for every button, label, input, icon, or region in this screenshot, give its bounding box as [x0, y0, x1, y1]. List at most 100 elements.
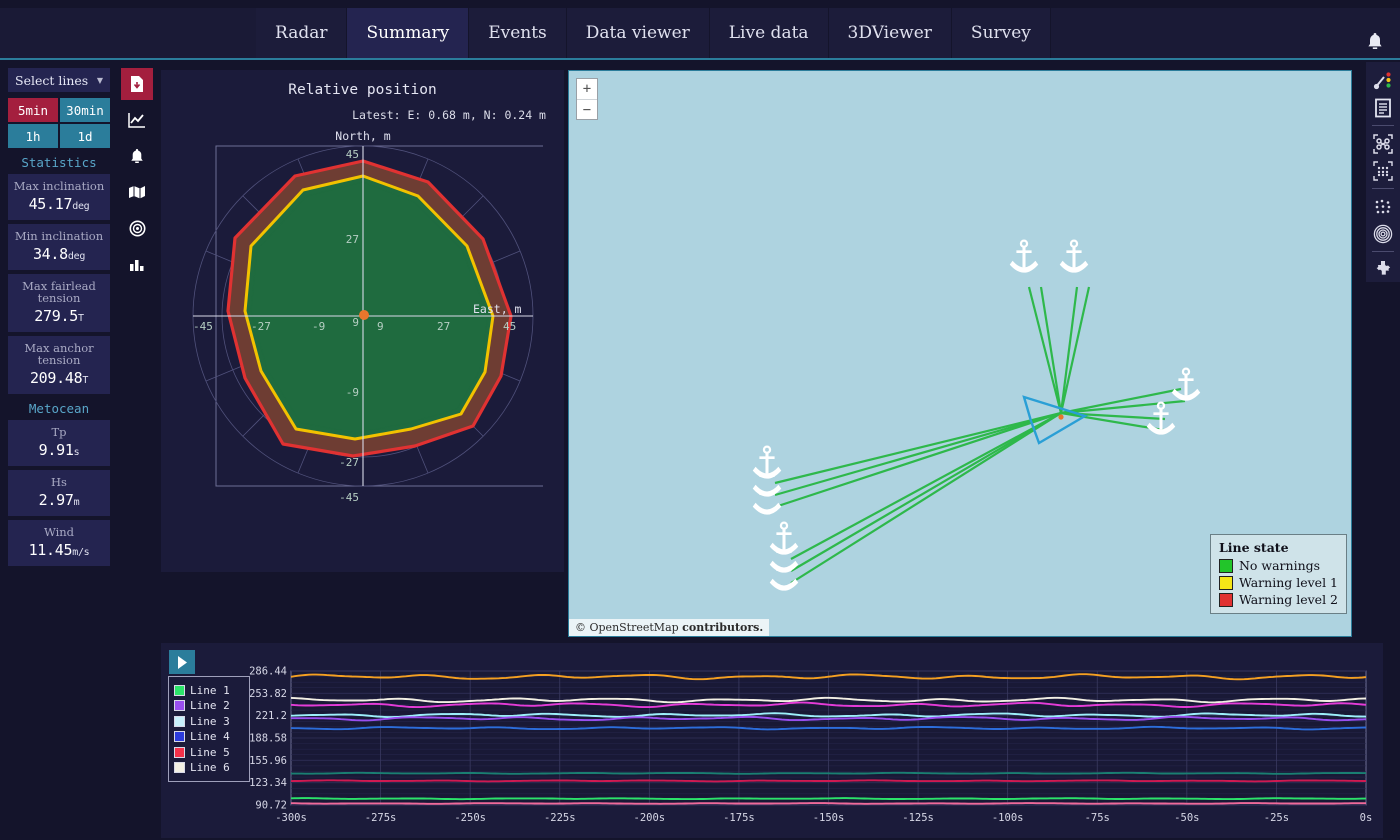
bell-icon[interactable]	[121, 140, 153, 172]
legend-item-line-3[interactable]: Line 3	[174, 715, 244, 728]
metocean-value: 9.91s	[12, 441, 106, 459]
traffic-light-icon[interactable]	[1368, 68, 1398, 93]
zoom-in-button[interactable]: +	[577, 79, 597, 99]
statistics-heading: Statistics	[8, 155, 110, 170]
expand-nodes-icon[interactable]	[1368, 131, 1398, 156]
legend-swatch	[174, 685, 185, 696]
legend-item-warning-1: Warning level 1	[1219, 575, 1338, 590]
scatter-points-icon[interactable]	[1368, 194, 1398, 219]
polar-ytick-neg27: -27	[339, 456, 359, 469]
x-tick-label: -275s	[365, 812, 397, 824]
polar-ytick-neg9: -9	[345, 386, 358, 399]
timerange-5min[interactable]: 5min	[8, 98, 58, 122]
y-tick-label: 155.96	[249, 755, 287, 767]
line-chart-icon[interactable]	[121, 104, 153, 136]
legend-item-line-5[interactable]: Line 5	[174, 746, 244, 759]
legend-item-line-4[interactable]: Line 4	[174, 730, 244, 743]
bar-chart-icon[interactable]	[121, 248, 153, 280]
timerange-1d[interactable]: 1d	[60, 124, 110, 148]
relative-position-polar-chart[interactable]: 45 27 9 -9 -27 -45 -45 -27 -9 9 27 45 No…	[183, 126, 543, 506]
target-icon[interactable]	[121, 212, 153, 244]
legend-item-line-1[interactable]: Line 1	[174, 684, 244, 697]
legend-item-line-2[interactable]: Line 2	[174, 699, 244, 712]
y-tick-label: 188.58	[249, 733, 287, 745]
sidebar-icon-rail	[120, 68, 154, 280]
metocean-number: 2.97	[39, 491, 74, 509]
polar-xtick-9: 9	[377, 320, 384, 333]
stat-number: 34.8	[33, 245, 68, 263]
stat-label: Min inclination	[12, 230, 106, 242]
x-tick-label: -150s	[813, 812, 845, 824]
legend-title: Line state	[1219, 540, 1338, 555]
y-tick-label: 123.34	[249, 777, 287, 789]
legend-label: Line 5	[190, 746, 230, 759]
legend-label: Warning level 2	[1239, 592, 1338, 607]
series-line	[291, 773, 1366, 774]
polar-east-axis-label: East, m	[473, 302, 522, 316]
select-area-icon[interactable]	[1368, 158, 1398, 183]
rail-divider	[1372, 188, 1394, 189]
x-tick-label: -225s	[544, 812, 576, 824]
tab-radar[interactable]: Radar	[256, 8, 347, 58]
tab-events[interactable]: Events	[469, 8, 567, 58]
tab-3dviewer[interactable]: 3DViewer	[829, 8, 952, 58]
stat-max-inclination: Max inclination 45.17deg	[8, 174, 110, 220]
plugin-icon[interactable]	[1368, 257, 1398, 282]
zoom-out-button[interactable]: −	[577, 99, 597, 119]
x-tick-label: -125s	[902, 812, 934, 824]
metocean-heading: Metocean	[8, 401, 110, 416]
stat-number: 209.48	[30, 369, 82, 387]
polar-north-axis-label: North, m	[335, 129, 390, 143]
polar-ytick-45: 45	[345, 148, 358, 161]
timerange-30min[interactable]: 30min	[60, 98, 110, 122]
timerange-button-group: 5min 30min 1h 1d	[8, 98, 110, 148]
legend-label: Line 2	[190, 699, 230, 712]
chevron-down-icon: ▼	[97, 76, 103, 85]
y-tick-label: 253.82	[249, 688, 287, 700]
polar-xtick-45: 45	[503, 320, 516, 333]
polar-xtick-neg27: -27	[251, 320, 271, 333]
polar-ytick-neg45: -45	[339, 491, 359, 504]
x-tick-label: -100s	[992, 812, 1024, 824]
tab-survey[interactable]: Survey	[952, 8, 1051, 58]
y-tick-label: 286.44	[249, 666, 287, 678]
select-lines-dropdown[interactable]: Select lines ▼	[8, 68, 110, 92]
timerange-1h[interactable]: 1h	[8, 124, 58, 148]
rail-divider	[1372, 125, 1394, 126]
polar-xtick-neg45: -45	[193, 320, 213, 333]
target-rings-icon[interactable]	[1368, 221, 1398, 246]
metocean-label: Tp	[12, 426, 106, 438]
tension-timeseries-chart[interactable]: 90.72123.34155.96188.58221.2253.82286.44…	[161, 643, 1383, 838]
polar-latest-readout: Latest: E: 0.68 m, N: 0.24 m	[161, 98, 564, 122]
metocean-label: Wind	[12, 526, 106, 538]
map-attribution: © OpenStreetMap contributors.	[569, 619, 769, 636]
legend-swatch	[174, 731, 185, 742]
legend-item-warning-2: Warning level 2	[1219, 592, 1338, 607]
map-zoom-controls: + −	[576, 78, 598, 120]
stat-max-fairlead-tension: Max fairlead tension 279.5T	[8, 274, 110, 332]
top-navigation-bar: Radar Summary Events Data viewer Live da…	[0, 0, 1400, 60]
stat-number: 279.5	[34, 307, 78, 325]
tab-data-viewer[interactable]: Data viewer	[567, 8, 710, 58]
map-icon[interactable]	[121, 176, 153, 208]
stat-unit: deg	[72, 201, 89, 212]
legend-swatch-yellow	[1219, 576, 1233, 590]
line-state-legend: Line state No warnings Warning level 1 W…	[1210, 534, 1347, 614]
document-download-icon[interactable]	[121, 68, 153, 100]
polar-ytick-9: 9	[352, 316, 359, 329]
x-tick-label: -25s	[1264, 812, 1289, 824]
legend-item-line-6[interactable]: Line 6	[174, 761, 244, 774]
rail-divider	[1372, 251, 1394, 252]
metocean-value: 2.97m	[12, 491, 106, 509]
bell-icon[interactable]	[1366, 32, 1384, 52]
x-tick-label: -175s	[723, 812, 755, 824]
metocean-unit: m	[74, 497, 80, 508]
right-icon-rail	[1366, 62, 1400, 282]
stat-value: 279.5T	[12, 307, 106, 325]
attribution-link[interactable]: © OpenStreetMap	[575, 621, 679, 634]
tab-summary[interactable]: Summary	[347, 8, 469, 58]
tab-live-data[interactable]: Live data	[710, 8, 829, 58]
document-list-icon[interactable]	[1368, 95, 1398, 120]
left-sidebar: Select lines ▼ 5min 30min 1h 1d Statisti…	[0, 60, 118, 840]
mooring-map[interactable]: + − Line state No warnings Warning level…	[568, 70, 1352, 637]
